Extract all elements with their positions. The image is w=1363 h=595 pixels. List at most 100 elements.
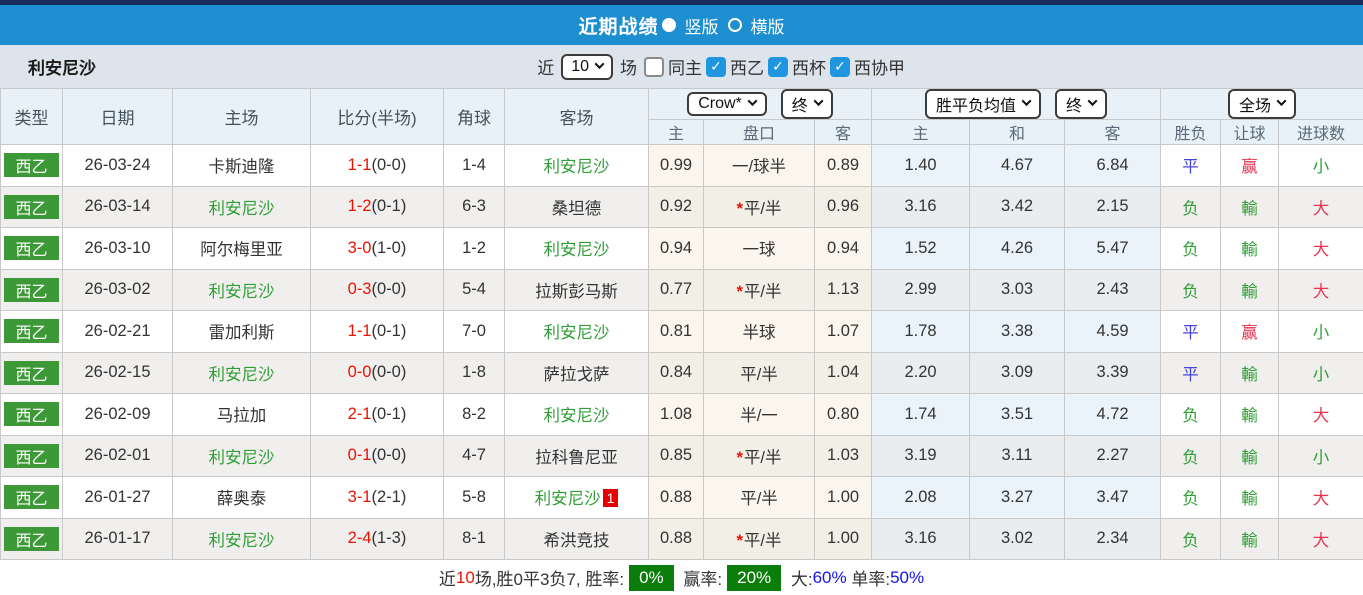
star-icon: * (736, 283, 742, 301)
cell-result: 负 (1161, 186, 1221, 228)
cell-handicap: *平/半 (704, 186, 815, 228)
cell-avg-away: 5.47 (1065, 228, 1161, 270)
match-count-select[interactable]: 10 (561, 54, 613, 80)
radio-vertical-layout[interactable] (662, 18, 676, 32)
cell-away-team: 希洪竞技 (505, 518, 649, 560)
avg-odds-select[interactable]: 胜平负均值 (925, 89, 1041, 119)
cell-away-team: 萨拉戈萨 (505, 352, 649, 394)
cell-corners: 1-4 (444, 145, 505, 187)
cell-goals-result: 大 (1279, 477, 1363, 519)
cell-handicap: 一/球半 (704, 145, 815, 187)
cell-home-team: 利安尼沙 (173, 186, 311, 228)
crow-time-select[interactable]: 终 (781, 89, 833, 119)
cell-crow-home-odds: 0.99 (649, 145, 704, 187)
cell-avg-home: 3.16 (872, 518, 970, 560)
cell-handicap-result: 赢 (1221, 311, 1279, 353)
cell-crow-home-odds: 0.88 (649, 477, 704, 519)
cell-avg-home: 3.19 (872, 435, 970, 477)
cell-date: 26-01-17 (63, 518, 173, 560)
team-name: 利安尼沙 (28, 45, 96, 88)
cell-result: 负 (1161, 228, 1221, 270)
cell-avg-away: 2.15 (1065, 186, 1161, 228)
cell-avg-away: 4.59 (1065, 311, 1161, 353)
summary-text: 10 (456, 568, 475, 588)
near-label: 近 (537, 54, 554, 79)
chevron-down-icon (1022, 96, 1032, 106)
recent-results-table: 类型 日期 主场 比分(半场) 角球 客场 Crow* 终 胜平负均值 终 全场 (0, 88, 1363, 560)
summary-text: 单率: (847, 565, 890, 590)
fulltime-select[interactable]: 全场 (1228, 89, 1296, 119)
checkbox-unchecked[interactable] (644, 57, 664, 77)
header-away: 客场 (505, 89, 649, 145)
match-count-value: 10 (571, 58, 589, 76)
cell-home-team: 利安尼沙 (173, 269, 311, 311)
cell-home-team: 利安尼沙 (173, 352, 311, 394)
cell-league-type: 西乙 (1, 394, 63, 436)
star-icon: * (736, 200, 742, 218)
checkbox-label[interactable]: 西杯 (792, 54, 826, 79)
cell-goals-result: 小 (1279, 435, 1363, 477)
rate-badge: 20% (727, 565, 781, 591)
cell-score: 1-1(0-1) (311, 311, 444, 353)
cell-corners: 4-7 (444, 435, 505, 477)
radio-horizontal-label[interactable]: 横版 (751, 13, 785, 38)
cell-home-team: 卡斯迪隆 (173, 145, 311, 187)
subheader-handicap: 盘口 (704, 120, 815, 145)
cell-avg-draw: 4.26 (970, 228, 1065, 270)
subheader-avg-away: 客 (1065, 120, 1161, 145)
results-tbody: 西乙26-03-24卡斯迪隆1-1(0-0)1-4利安尼沙0.99一/球半0.8… (1, 145, 1363, 560)
cell-goals-result: 小 (1279, 311, 1363, 353)
header-score: 比分(半场) (311, 89, 444, 145)
table-row: 西乙26-03-02利安尼沙0-3(0-0)5-4拉斯彭马斯0.77*平/半1.… (1, 269, 1363, 311)
summary-bar: 近10场,胜0平3负7, 胜率:0% 赢率:20% 大:60% 单率:50% (0, 560, 1363, 595)
checkbox-label[interactable]: 同主 (668, 54, 702, 79)
cell-result: 负 (1161, 435, 1221, 477)
checkbox-label[interactable]: 西乙 (730, 54, 764, 79)
cell-crow-away-odds: 0.80 (815, 394, 872, 436)
cell-goals-result: 小 (1279, 145, 1363, 187)
radio-horizontal-layout[interactable] (728, 18, 742, 32)
cell-avg-draw: 3.02 (970, 518, 1065, 560)
cell-handicap: *平/半 (704, 435, 815, 477)
page-title: 近期战绩 (578, 12, 658, 39)
summary-text: 场,胜0平3负7, 胜率: (475, 565, 624, 590)
checkbox-checked[interactable]: ✓ (830, 57, 850, 77)
cell-avg-draw: 3.51 (970, 394, 1065, 436)
cell-date: 26-03-02 (63, 269, 173, 311)
cell-away-team: 利安尼沙 (505, 311, 649, 353)
checkbox-label[interactable]: 西协甲 (854, 54, 905, 79)
cell-avg-home: 1.78 (872, 311, 970, 353)
subheader-goals: 进球数 (1279, 120, 1363, 145)
cell-result: 负 (1161, 518, 1221, 560)
cell-avg-draw: 4.67 (970, 145, 1065, 187)
radio-vertical-label[interactable]: 竖版 (685, 13, 719, 38)
table-row: 西乙26-02-15利安尼沙0-0(0-0)1-8萨拉戈萨0.84平/半1.04… (1, 352, 1363, 394)
cell-avg-draw: 3.11 (970, 435, 1065, 477)
checkbox-checked[interactable]: ✓ (768, 57, 788, 77)
cell-away-team: 桑坦德 (505, 186, 649, 228)
chevron-down-icon (1088, 96, 1098, 106)
cell-goals-result: 大 (1279, 228, 1363, 270)
cell-crow-home-odds: 0.85 (649, 435, 704, 477)
cell-home-team: 利安尼沙 (173, 435, 311, 477)
avg-time-select[interactable]: 终 (1055, 89, 1107, 119)
summary-text: 大: (786, 565, 812, 590)
cell-avg-draw: 3.09 (970, 352, 1065, 394)
cell-avg-home: 3.16 (872, 186, 970, 228)
cell-date: 26-03-14 (63, 186, 173, 228)
summary-text: 近 (439, 565, 456, 590)
header-date: 日期 (63, 89, 173, 145)
cell-crow-home-odds: 0.88 (649, 518, 704, 560)
cell-corners: 1-2 (444, 228, 505, 270)
cell-date: 26-02-21 (63, 311, 173, 353)
cell-avg-draw: 3.27 (970, 477, 1065, 519)
subheader-crow-home: 主 (649, 120, 704, 145)
cell-corners: 7-0 (444, 311, 505, 353)
league-filters: 同主✓西乙✓西杯✓西协甲 (644, 54, 905, 79)
cell-result: 平 (1161, 311, 1221, 353)
header-group-fulltime: 全场 (1161, 89, 1363, 120)
bookmaker-select[interactable]: Crow* (687, 92, 767, 116)
live-badge: 1 (603, 489, 619, 507)
checkbox-checked[interactable]: ✓ (706, 57, 726, 77)
cell-date: 26-02-01 (63, 435, 173, 477)
